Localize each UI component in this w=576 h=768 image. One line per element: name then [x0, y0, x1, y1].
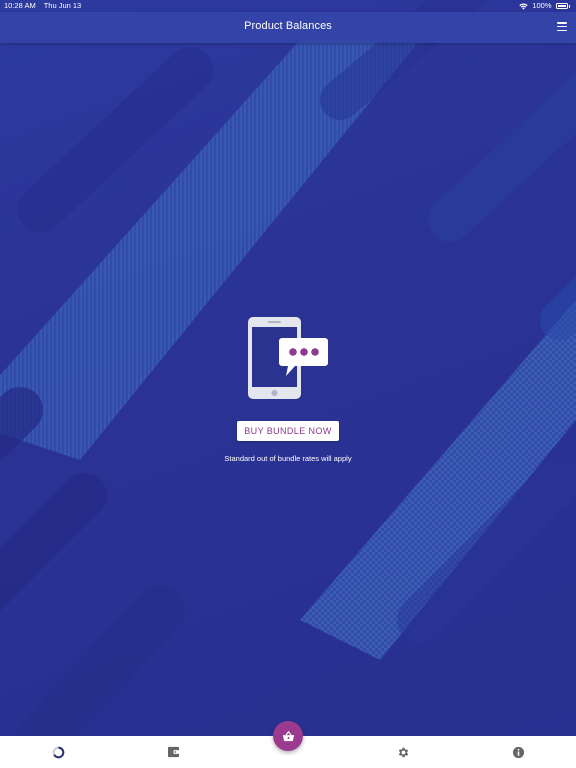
status-bar: 10:28 AM Thu Jun 13 100%	[0, 0, 576, 12]
tab-wallet[interactable]	[165, 744, 181, 760]
phone-chat-bubble-icon	[248, 317, 328, 399]
battery-icon	[555, 3, 568, 9]
wifi-icon	[519, 3, 529, 10]
wallet-icon	[167, 746, 179, 758]
tab-balances[interactable]	[50, 744, 66, 760]
tab-shop-floating-button[interactable]	[273, 721, 303, 751]
tab-info[interactable]	[510, 744, 526, 760]
tab-settings[interactable]	[395, 744, 411, 760]
info-icon	[512, 746, 524, 758]
app-screen: 10:28 AM Thu Jun 13 100% Product Balance…	[0, 0, 576, 768]
battery-percentage: 100%	[532, 1, 552, 10]
page-title: Product Balances	[244, 20, 332, 32]
rates-note: Standard out of bundle rates will apply	[224, 454, 352, 463]
navigation-bar: Product Balances	[0, 12, 576, 43]
status-time: 10:28 AM	[4, 1, 36, 10]
hamburger-menu-icon[interactable]	[557, 22, 567, 31]
battery-tip	[568, 4, 570, 8]
buy-bundle-button[interactable]: BUY BUNDLE NOW	[237, 421, 339, 441]
shop-basket-icon	[282, 730, 294, 741]
gear-icon	[398, 747, 408, 757]
status-date: Thu Jun 13	[43, 1, 82, 10]
balances-ring-icon	[52, 746, 64, 758]
empty-state: BUY BUNDLE NOW Standard out of bundle ra…	[0, 316, 576, 476]
